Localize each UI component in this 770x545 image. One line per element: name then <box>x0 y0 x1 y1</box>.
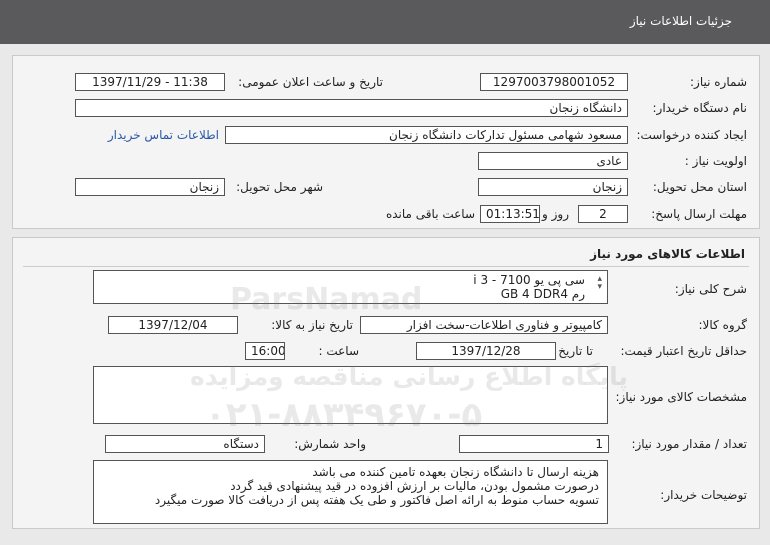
buyer-notes-label: توضیحات خریدار: <box>660 488 747 502</box>
delivery-city-label: شهر محل تحویل: <box>236 180 323 194</box>
delivery-city-field[interactable]: زنجان <box>75 178 225 196</box>
buyer-field[interactable]: دانشگاه زنجان <box>75 99 628 117</box>
notes-line-1: هزینه ارسال تا دانشگاه زنجان بعهده تامین… <box>312 465 599 479</box>
hour-field[interactable]: 16:00 <box>245 342 285 360</box>
creator-field[interactable]: مسعود شهامی مسئول تدارکات دانشگاه زنجان <box>225 126 628 144</box>
summary-label: شرح کلی نیاز: <box>674 282 747 296</box>
goods-group-field[interactable]: کامپیوتر و فناوری اطلاعات-سخت افزار <box>360 316 608 334</box>
page-header: جزئیات اطلاعات نیاز <box>0 0 770 44</box>
goods-section-title: اطلاعات کالاهای مورد نیاز <box>590 247 745 261</box>
summary-line-1: سی پی یو 7100 - i 3 <box>473 273 585 287</box>
time-remaining-label: ساعت باقی مانده <box>385 207 475 221</box>
days-remaining-field[interactable]: 2 <box>578 205 628 223</box>
need-info-panel: شماره نیاز: 1297003798001052 تاریخ و ساع… <box>12 55 760 229</box>
priority-label: اولویت نیاز : <box>684 154 747 168</box>
priority-field[interactable]: عادی <box>478 152 628 170</box>
response-deadline-label: مهلت ارسال پاسخ: <box>651 207 747 221</box>
unit-label: واحد شمارش: <box>294 437 366 451</box>
time-remaining-field[interactable]: 01:13:51 <box>480 205 540 223</box>
page-title: جزئیات اطلاعات نیاز <box>629 14 732 28</box>
unit-field[interactable]: دستگاه <box>105 435 265 453</box>
quantity-field[interactable]: 1 <box>459 435 609 453</box>
buyer-contact-link[interactable]: اطلاعات تماس خریدار <box>108 128 219 142</box>
spec-label: مشخصات کالای مورد نیاز: <box>615 390 747 404</box>
need-number-label: شماره نیاز: <box>690 75 747 89</box>
delivery-province-field[interactable]: زنجان <box>478 178 628 196</box>
price-validity-label: حداقل تاریخ اعتبار قیمت: <box>620 344 747 358</box>
scroll-arrows-icon[interactable]: ▴ ▾ <box>597 275 602 292</box>
goods-group-label: گروه کالا: <box>698 318 748 332</box>
quantity-label: تعداد / مقدار مورد نیاز: <box>631 437 747 451</box>
need-date-label: تاریخ نیاز به کالا: <box>271 318 353 332</box>
need-number-field[interactable]: 1297003798001052 <box>480 73 628 91</box>
notes-line-2: درصورت مشمول بودن، مالیات بر ارزش افزوده… <box>230 479 599 493</box>
notes-line-3: تسویه حساب منوط به ارائه اصل فاکتور و طی… <box>154 493 599 507</box>
goods-info-panel: اطلاعات کالاهای مورد نیاز شرح کلی نیاز: … <box>12 237 760 529</box>
buyer-notes-field[interactable]: هزینه ارسال تا دانشگاه زنجان بعهده تامین… <box>93 460 608 524</box>
spec-field[interactable] <box>93 366 608 424</box>
buyer-label: نام دستگاه خریدار: <box>652 101 748 115</box>
announce-datetime-field[interactable]: 1397/11/29 - 11:38 <box>75 73 225 91</box>
delivery-province-label: استان محل تحویل: <box>652 180 747 194</box>
announce-datetime-label: تاریخ و ساعت اعلان عمومی: <box>238 75 383 89</box>
to-date-field[interactable]: 1397/12/28 <box>416 342 556 360</box>
need-date-field[interactable]: 1397/12/04 <box>108 316 238 334</box>
to-date-label: تا تاریخ : <box>550 344 593 358</box>
creator-label: ایجاد کننده درخواست: <box>636 128 747 142</box>
hour-label: ساعت : <box>318 344 359 358</box>
days-unit-label: روز و <box>542 207 569 221</box>
summary-field[interactable]: سی پی یو 7100 - i 3 رم GB 4 DDR4 ▴ ▾ <box>93 270 608 304</box>
section-divider <box>23 266 749 267</box>
summary-line-2: رم GB 4 DDR4 <box>500 287 585 301</box>
